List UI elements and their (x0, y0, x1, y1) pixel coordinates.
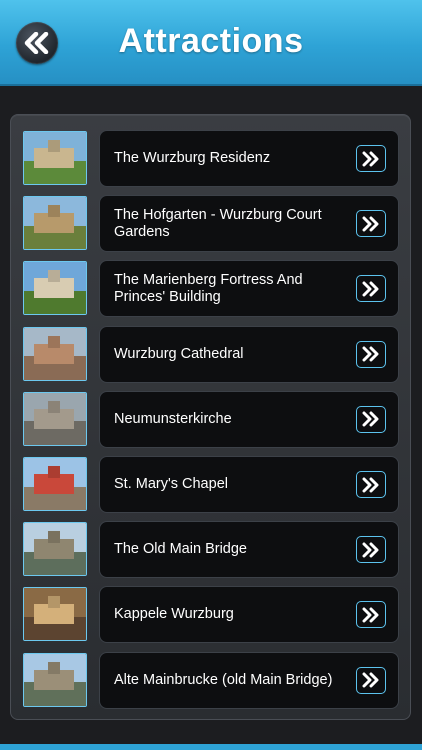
page-title: Attractions (118, 22, 304, 60)
double-chevron-right-icon (362, 672, 379, 688)
open-attraction-button[interactable] (356, 340, 386, 368)
attraction-card[interactable]: Alte Mainbrucke (old Main Bridge) (99, 651, 399, 709)
list-item[interactable]: Wurzburg Cathedral (23, 325, 399, 384)
open-attraction-button[interactable] (356, 145, 386, 172)
attraction-card[interactable]: Kappele Wurzburg (99, 586, 399, 644)
attraction-label: The Wurzburg Residenz (114, 150, 271, 166)
list-item[interactable]: The Hofgarten - Wurzburg Court Gardens (23, 195, 399, 253)
open-attraction-button[interactable] (356, 666, 386, 694)
attraction-thumbnail (23, 587, 87, 642)
attraction-thumbnail (23, 652, 87, 707)
open-attraction-button[interactable] (356, 275, 386, 303)
open-attraction-button[interactable] (356, 536, 386, 564)
double-chevron-right-icon (362, 607, 379, 623)
attraction-card[interactable]: The Old Main Bridge (99, 521, 399, 579)
attractions-list: The Wurzburg Residenz The Hofgarten - Wur… (10, 114, 411, 720)
double-chevron-right-icon (362, 346, 379, 362)
attraction-card[interactable]: The Marienberg Fortress And Princes' Bui… (99, 260, 399, 318)
header-bar: Attractions (0, 0, 422, 86)
list-item[interactable]: The Marienberg Fortress And Princes' Bui… (23, 260, 399, 318)
double-chevron-right-icon (362, 216, 379, 232)
list-item[interactable]: St. Mary's Chapel (23, 456, 399, 514)
double-chevron-right-icon (362, 281, 379, 297)
attraction-label: St. Mary's Chapel (114, 476, 228, 492)
list-item[interactable]: Neumunsterkirche (23, 390, 399, 449)
attraction-thumbnail (23, 131, 87, 185)
attraction-thumbnail (23, 196, 87, 251)
attraction-label: The Marienberg Fortress And Princes' Bui… (114, 271, 303, 305)
attraction-label: The Old Main Bridge (114, 541, 247, 558)
attraction-thumbnail (23, 261, 87, 316)
list-item[interactable]: Alte Mainbrucke (old Main Bridge) (23, 651, 399, 710)
double-chevron-right-icon (362, 151, 379, 166)
open-attraction-button[interactable] (356, 601, 386, 629)
double-chevron-right-icon (362, 542, 379, 558)
attraction-card[interactable]: Wurzburg Cathedral (99, 325, 399, 383)
double-chevron-right-icon (362, 411, 379, 427)
attraction-thumbnail (23, 326, 87, 381)
attraction-thumbnail (23, 391, 87, 446)
list-item[interactable]: The Wurzburg Residenz (23, 130, 399, 188)
open-attraction-button[interactable] (356, 210, 386, 238)
attraction-label: Kappele Wurzburg (114, 606, 234, 623)
attraction-card[interactable]: Neumunsterkirche (99, 390, 399, 448)
double-chevron-right-icon (362, 477, 379, 492)
attraction-label: Alte Mainbrucke (old Main Bridge) (114, 671, 333, 688)
list-item[interactable]: The Old Main Bridge (23, 521, 399, 579)
attraction-label: Wurzburg Cathedral (114, 345, 244, 362)
attraction-card[interactable]: St. Mary's Chapel (99, 456, 399, 513)
attraction-thumbnail (23, 522, 87, 577)
attraction-card[interactable]: The Hofgarten - Wurzburg Court Gardens (99, 195, 399, 253)
bottom-accent-bar (0, 744, 422, 750)
attraction-card[interactable]: The Wurzburg Residenz (99, 130, 399, 187)
open-attraction-button[interactable] (356, 471, 386, 498)
attraction-label: The Hofgarten - Wurzburg Court Gardens (114, 206, 322, 240)
open-attraction-button[interactable] (356, 405, 386, 433)
attraction-label: Neumunsterkirche (114, 410, 232, 427)
list-item[interactable]: Kappele Wurzburg (23, 586, 399, 644)
attraction-thumbnail (23, 457, 87, 511)
